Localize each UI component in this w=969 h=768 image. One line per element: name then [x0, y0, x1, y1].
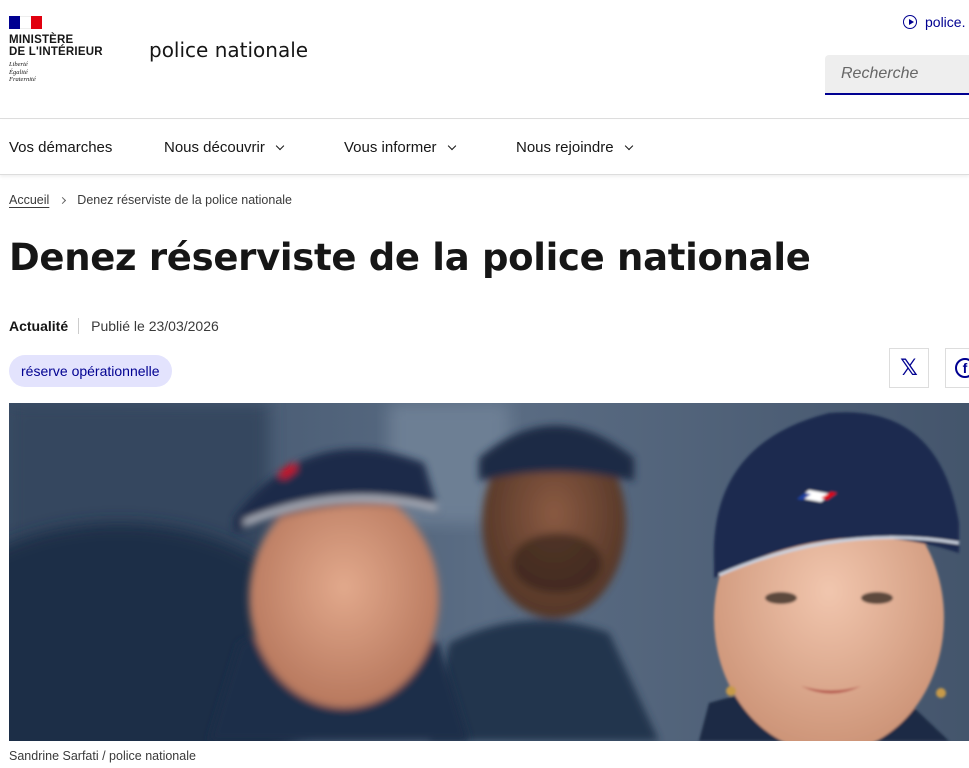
- search-input[interactable]: [825, 55, 969, 93]
- motto-egalite: Égalité: [9, 68, 28, 76]
- article-hero-image: [9, 403, 969, 741]
- nav-item-label: Nous découvrir: [164, 139, 265, 156]
- motto-fraternite: Fraternité: [9, 76, 36, 83]
- tag-reserve-operationnelle[interactable]: réserve opérationnelle: [9, 355, 172, 387]
- chevron-down-icon: [624, 141, 633, 151]
- police-officers-photo: [9, 403, 969, 741]
- x-icon: 𝕏: [900, 355, 918, 381]
- quick-access-link[interactable]: police.: [903, 14, 965, 30]
- nav-item-label: Nous rejoindre: [516, 139, 614, 156]
- nav-item-label: Vous informer: [344, 139, 437, 156]
- share-x-button[interactable]: 𝕏: [889, 348, 929, 388]
- breadcrumb-current: Denez réserviste de la police nationale: [77, 193, 293, 207]
- chevron-right-icon: [59, 196, 67, 204]
- quick-access-label: police.: [925, 14, 966, 30]
- image-caption: Sandrine Sarfati / police nationale: [9, 749, 196, 763]
- main-navigation: Vos démarches Nous découvrir Vous inform…: [0, 120, 969, 175]
- ministry-name: MINISTÈRE DE L'INTÉRIEUR: [9, 34, 119, 58]
- article-meta: Actualité Publié le 23/03/2026: [9, 318, 219, 334]
- french-flag-icon: [9, 16, 42, 29]
- chevron-down-icon: [275, 141, 285, 151]
- breadcrumb: Accueil Denez réserviste de la police na…: [9, 193, 292, 207]
- ministry-line-1: MINISTÈRE: [9, 34, 74, 46]
- facebook-icon: f: [955, 358, 969, 378]
- ministry-logo[interactable]: MINISTÈRE DE L'INTÉRIEUR Liberté Égalité…: [9, 16, 119, 84]
- ministry-line-2: DE L'INTÉRIEUR: [9, 46, 103, 58]
- page-title: Denez réserviste de la police nationale: [9, 236, 811, 279]
- republic-motto: Liberté Égalité Fraternité: [9, 61, 119, 84]
- chevron-down-icon: [447, 141, 456, 151]
- breadcrumb-home-link[interactable]: Accueil: [9, 193, 49, 207]
- service-title[interactable]: police nationale: [149, 38, 308, 62]
- nav-item-vous-informer[interactable]: Vous informer: [344, 120, 456, 175]
- nav-item-nous-rejoindre[interactable]: Nous rejoindre: [516, 120, 633, 175]
- article-type: Actualité: [9, 318, 80, 334]
- nav-item-vos-demarches[interactable]: Vos démarches: [9, 120, 112, 175]
- search-bar[interactable]: [825, 55, 969, 95]
- site-header: MINISTÈRE DE L'INTÉRIEUR Liberté Égalité…: [0, 0, 969, 119]
- share-facebook-button[interactable]: f: [945, 348, 969, 388]
- publish-date: Publié le 23/03/2026: [91, 318, 219, 334]
- play-circle-icon: [903, 15, 917, 29]
- motto-liberte: Liberté: [9, 61, 28, 68]
- nav-item-nous-decouvrir[interactable]: Nous découvrir: [164, 120, 285, 175]
- nav-item-label: Vos démarches: [9, 139, 113, 156]
